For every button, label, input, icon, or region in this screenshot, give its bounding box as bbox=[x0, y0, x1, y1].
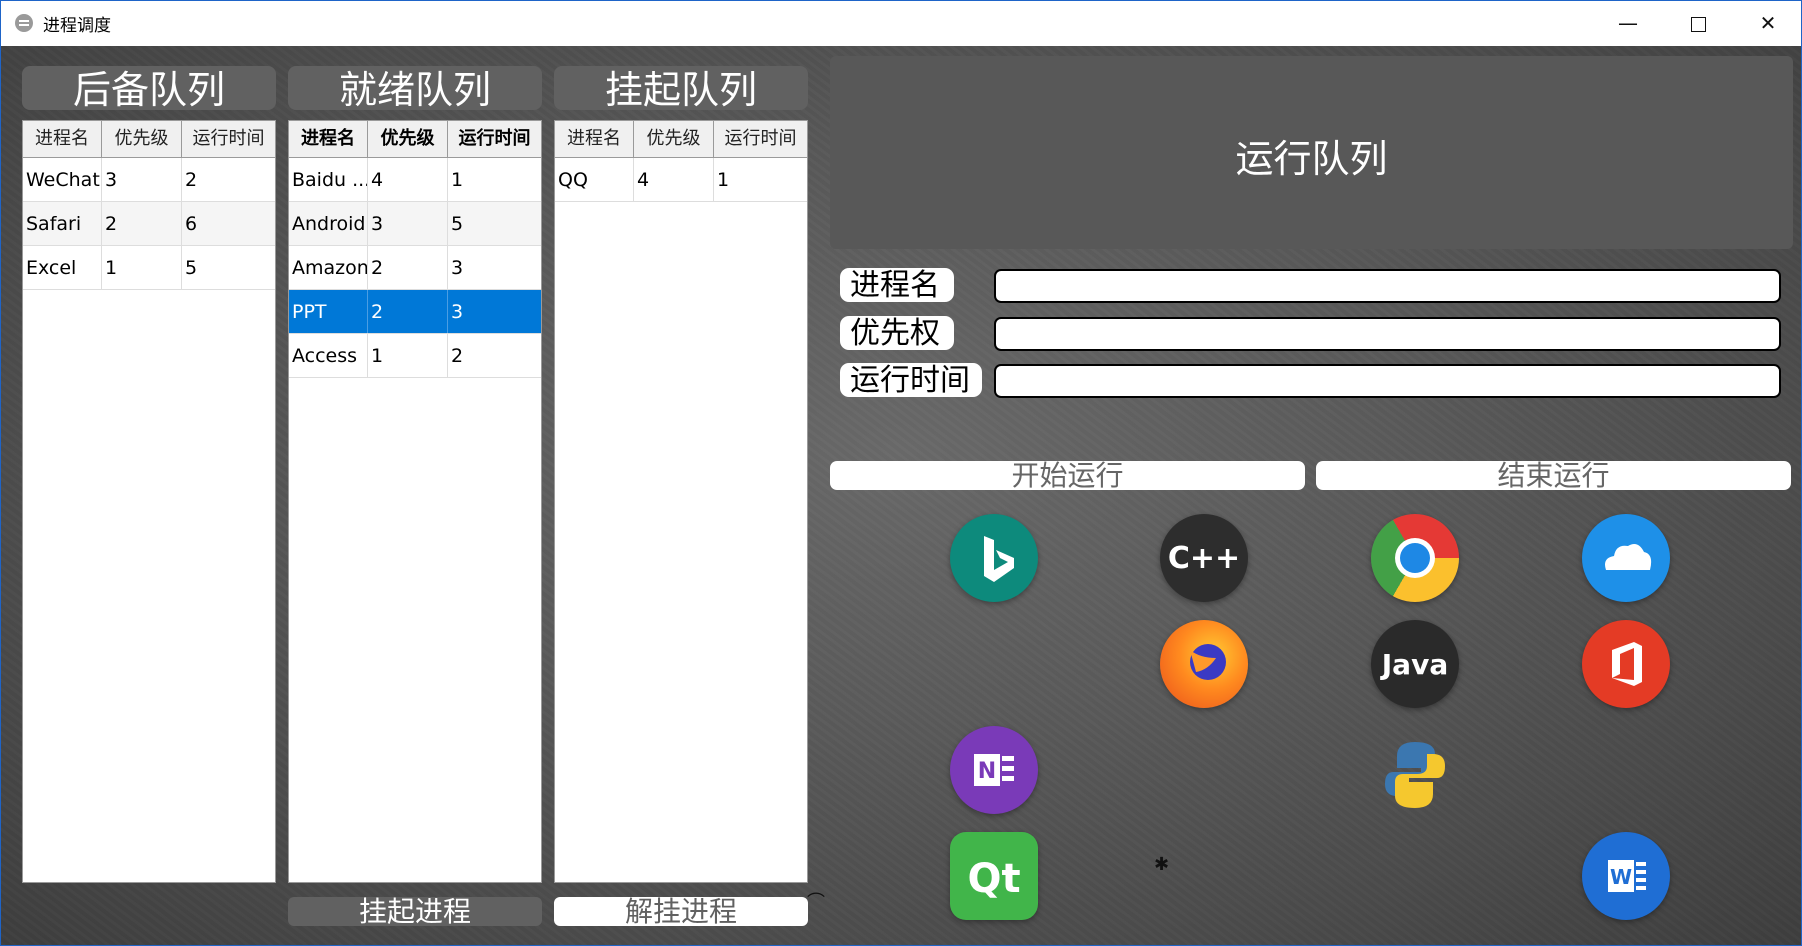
cell-runtime: 2 bbox=[185, 169, 198, 191]
cell-name: Baidu ... bbox=[289, 158, 368, 201]
cell-priority: 2 bbox=[368, 290, 448, 333]
process-name-field[interactable] bbox=[994, 269, 1781, 303]
column-header-priority[interactable]: 优先级 bbox=[102, 121, 182, 157]
cell-priority: 2 bbox=[102, 202, 182, 245]
title-bar[interactable]: 进程调度 — ✕ bbox=[1, 1, 1801, 45]
cell-name: Access bbox=[289, 334, 368, 377]
app-icon bbox=[15, 14, 33, 32]
cell-runtime: 2 bbox=[451, 345, 464, 367]
word-icon[interactable]: W bbox=[1582, 832, 1670, 920]
table-row[interactable]: Baidu ... 4 1 bbox=[289, 158, 541, 202]
cell-name: Android bbox=[289, 202, 368, 245]
column-header-runtime[interactable]: 运行时间 bbox=[182, 121, 275, 157]
cell-name: QQ bbox=[555, 158, 634, 201]
table-row[interactable]: Android 3 5 bbox=[289, 202, 541, 246]
decorative-bug-icon: ✱ bbox=[1154, 854, 1170, 875]
table-row-selected[interactable]: PPT 2 3 bbox=[289, 290, 541, 334]
minimize-button[interactable]: — bbox=[1593, 1, 1663, 45]
cell-name: Excel bbox=[23, 246, 102, 289]
column-header-runtime[interactable]: 运行时间 bbox=[448, 121, 541, 157]
cell-name: Safari bbox=[23, 202, 102, 245]
resume-process-button[interactable]: 解挂进程 bbox=[554, 897, 808, 927]
column-header-priority[interactable]: 优先级 bbox=[634, 121, 714, 157]
priority-label: 优先权 bbox=[840, 316, 954, 351]
column-header-name[interactable]: 进程名 bbox=[23, 121, 102, 157]
cell-priority: 3 bbox=[368, 202, 448, 245]
run-queue-title: 运行队列 bbox=[1235, 137, 1388, 181]
table-row[interactable]: WeChat 3 2 bbox=[23, 158, 275, 202]
cell-name: Amazon bbox=[289, 246, 368, 289]
cell-runtime: 3 bbox=[451, 301, 464, 323]
start-run-button[interactable]: 开始运行 bbox=[830, 461, 1305, 491]
runtime-label: 运行时间 bbox=[840, 363, 982, 398]
cpp-icon-text: C++ bbox=[1168, 541, 1240, 576]
maximize-icon bbox=[1690, 17, 1706, 32]
cell-runtime: 1 bbox=[717, 169, 730, 191]
qt-icon[interactable]: Qt bbox=[950, 832, 1038, 920]
backup-queue-title: 后备队列 bbox=[22, 66, 276, 112]
table-row[interactable]: QQ 4 1 bbox=[555, 158, 807, 202]
window-title: 进程调度 bbox=[43, 16, 111, 36]
cell-runtime: 6 bbox=[185, 213, 198, 235]
java-icon-text: Java bbox=[1380, 648, 1448, 681]
cell-priority: 4 bbox=[368, 158, 448, 201]
onenote-icon[interactable]: N bbox=[950, 726, 1038, 814]
app-window: 进程调度 — ✕ 后备队列 进程名 优先级 运行时间 WeChat 3 2 Sa… bbox=[0, 0, 1802, 946]
onedrive-icon[interactable] bbox=[1582, 514, 1670, 602]
office-icon[interactable] bbox=[1582, 620, 1670, 708]
column-header-runtime[interactable]: 运行时间 bbox=[714, 121, 807, 157]
cpp-icon[interactable]: C++ bbox=[1160, 514, 1248, 602]
cell-priority: 2 bbox=[368, 246, 448, 289]
suspend-queue-title: 挂起队列 bbox=[554, 66, 808, 112]
word-icon-text: W bbox=[1610, 865, 1632, 889]
onenote-icon-text: N bbox=[978, 759, 996, 784]
python-icon[interactable] bbox=[1371, 726, 1459, 814]
cell-runtime: 3 bbox=[451, 257, 464, 279]
cell-runtime: 5 bbox=[185, 257, 198, 279]
backup-queue-table[interactable]: 进程名 优先级 运行时间 WeChat 3 2 Safari 2 6 Excel… bbox=[22, 120, 276, 883]
cell-name: WeChat bbox=[23, 158, 102, 201]
cell-runtime: 5 bbox=[451, 213, 464, 235]
column-header-priority[interactable]: 优先级 bbox=[368, 121, 448, 157]
table-header: 进程名 优先级 运行时间 bbox=[555, 121, 807, 158]
run-queue-panel: 运行队列 bbox=[830, 56, 1793, 249]
table-header: 进程名 优先级 运行时间 bbox=[289, 121, 541, 158]
table-header: 进程名 优先级 运行时间 bbox=[23, 121, 275, 158]
cell-name: PPT bbox=[289, 290, 368, 333]
ready-queue-table[interactable]: 进程名 优先级 运行时间 Baidu ... 4 1 Android 3 5 A… bbox=[288, 120, 542, 883]
bing-icon[interactable] bbox=[950, 514, 1038, 602]
firefox-icon[interactable] bbox=[1160, 620, 1248, 708]
column-header-name[interactable]: 进程名 bbox=[555, 121, 634, 157]
cell-priority: 3 bbox=[102, 158, 182, 201]
decorative-bird-icon: ⌒ bbox=[807, 892, 825, 913]
runtime-field[interactable] bbox=[994, 364, 1781, 398]
priority-field[interactable] bbox=[994, 317, 1781, 351]
close-button[interactable]: ✕ bbox=[1733, 1, 1802, 45]
table-row[interactable]: Access 1 2 bbox=[289, 334, 541, 378]
chrome-icon[interactable] bbox=[1371, 514, 1459, 602]
maximize-button[interactable] bbox=[1663, 1, 1733, 45]
client-area: 后备队列 进程名 优先级 运行时间 WeChat 3 2 Safari 2 6 … bbox=[1, 46, 1801, 945]
suspend-queue-table[interactable]: 进程名 优先级 运行时间 QQ 4 1 bbox=[554, 120, 808, 883]
table-row[interactable]: Safari 2 6 bbox=[23, 202, 275, 246]
column-header-name[interactable]: 进程名 bbox=[289, 121, 368, 157]
table-row[interactable]: Amazon 2 3 bbox=[289, 246, 541, 290]
table-row[interactable]: Excel 1 5 bbox=[23, 246, 275, 290]
cell-priority: 1 bbox=[102, 246, 182, 289]
qt-icon-text: Qt bbox=[967, 856, 1020, 902]
stop-run-button[interactable]: 结束运行 bbox=[1316, 461, 1791, 491]
cell-priority: 1 bbox=[368, 334, 448, 377]
process-name-label: 进程名 bbox=[840, 268, 954, 303]
suspend-process-button[interactable]: 挂起进程 bbox=[288, 897, 542, 927]
ready-queue-title: 就绪队列 bbox=[288, 66, 542, 112]
cell-runtime: 1 bbox=[451, 169, 464, 191]
cell-priority: 4 bbox=[634, 158, 714, 201]
java-icon[interactable]: Java bbox=[1371, 620, 1459, 708]
